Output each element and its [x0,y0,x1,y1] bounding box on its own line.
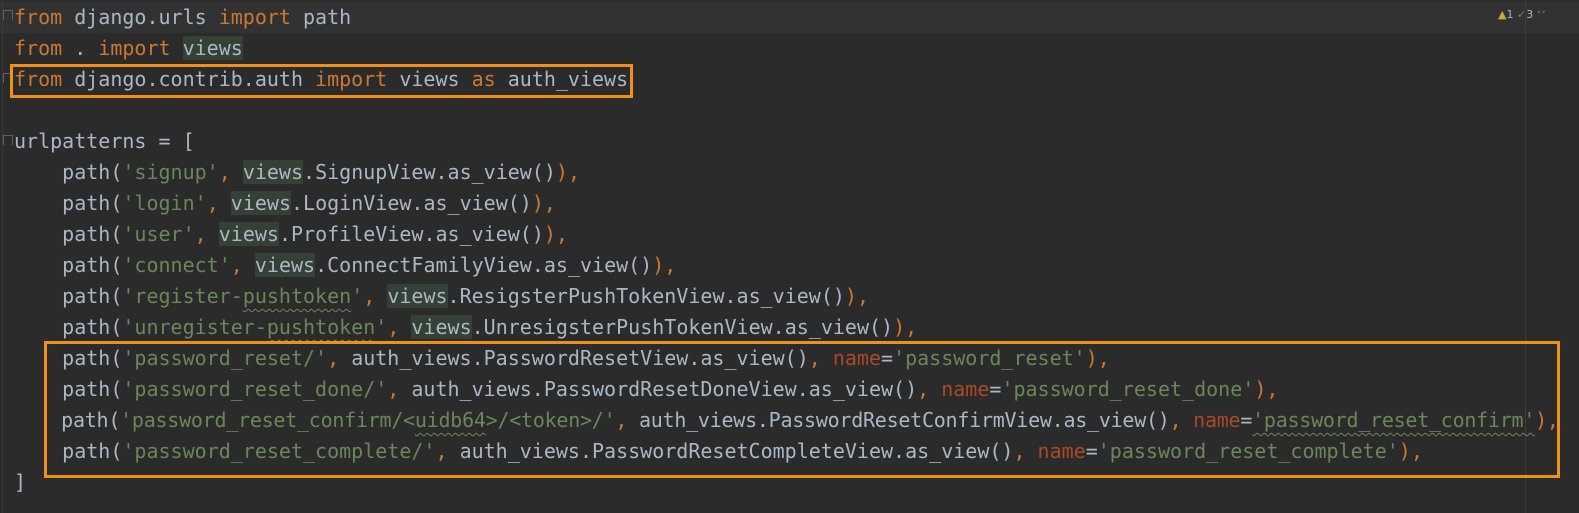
code-line[interactable]: path('register-pushtoken', views.Resigst… [14,281,869,312]
weak-warning-count: 3 [1526,8,1534,21]
code-line[interactable]: path('login', views.LoginView.as_view())… [14,188,556,219]
fold-marker-icon[interactable] [3,135,13,145]
code-line[interactable]: from django.urls import path [14,2,351,33]
highlight-box-import [10,64,633,98]
next-highlight-icon[interactable]: ˅ [1541,11,1546,21]
code-editor[interactable]: ▲1 ✓3 ˄˅ from django.urls import path fr… [0,0,1579,513]
code-line[interactable]: urlpatterns = [ [14,126,195,157]
inspection-widget[interactable]: ▲1 ✓3 ˄˅ [1498,8,1546,21]
warning-count: 1 [1506,8,1514,21]
code-line[interactable]: path('connect', views.ConnectFamilyView.… [14,250,676,281]
code-line[interactable]: path('signup', views.SignupView.as_view(… [14,157,580,188]
weak-warning-icon: ✓ [1516,8,1527,21]
code-line[interactable]: from . import views [14,33,243,64]
code-line[interactable]: ] [14,467,26,498]
highlight-box-password-urls [44,341,1560,478]
code-line[interactable]: path('unregister-pushtoken', views.Unres… [14,312,917,343]
code-line[interactable]: path('user', views.ProfileView.as_view()… [14,219,568,250]
fold-marker-icon[interactable] [3,10,13,20]
